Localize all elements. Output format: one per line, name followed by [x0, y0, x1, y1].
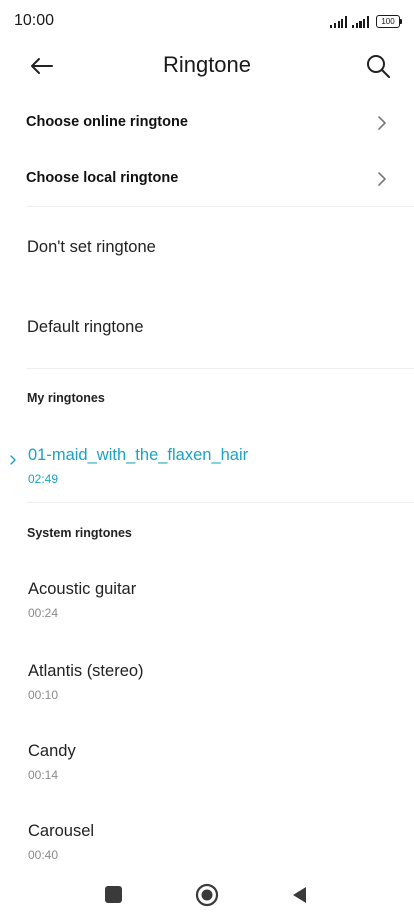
option-label: Default ringtone [27, 318, 144, 336]
recents-button[interactable] [105, 886, 122, 903]
system-ringtone-item[interactable]: Carousel 00:40 [0, 808, 414, 878]
option-label: Don't set ringtone [27, 238, 156, 256]
home-button[interactable] [195, 883, 219, 907]
status-bar: 10:00 100 [0, 0, 414, 44]
system-ringtone-item[interactable]: Candy 00:14 [0, 728, 414, 798]
system-navigation-bar [0, 870, 414, 920]
status-icons: 100 [330, 12, 402, 28]
nav-row-label: Choose local ringtone [26, 170, 179, 186]
battery-icon: 100 [376, 15, 402, 28]
signal-1-icon [330, 16, 348, 28]
nav-row-label: Choose online ringtone [26, 114, 188, 130]
chevron-right-icon [378, 116, 386, 130]
dont-set-ringtone-option[interactable]: Don't set ringtone [0, 214, 414, 284]
divider [26, 206, 414, 207]
default-ringtone-option[interactable]: Default ringtone [0, 294, 414, 364]
ringtone-duration: 00:14 [28, 768, 59, 782]
ringtone-name: Carousel [28, 822, 95, 840]
divider [26, 368, 414, 369]
choose-local-ringtone-row[interactable]: Choose local ringtone [0, 152, 414, 208]
ringtone-name: Atlantis (stereo) [28, 662, 144, 680]
system-ringtone-item[interactable]: Atlantis (stereo) 00:10 [0, 648, 414, 718]
nav-back-button[interactable] [290, 885, 308, 905]
status-time: 10:00 [14, 12, 55, 29]
header: Ringtone [0, 44, 414, 88]
ringtone-duration: 00:10 [28, 688, 59, 702]
ringtone-duration: 00:24 [28, 606, 59, 620]
ringtone-name: 01-maid_with_the_flaxen_hair [28, 446, 249, 464]
ringtone-name: Acoustic guitar [28, 580, 137, 598]
my-ringtone-item[interactable]: 01-maid_with_the_flaxen_hair 02:49 [0, 432, 414, 502]
signal-2-icon [352, 16, 369, 28]
search-button[interactable] [364, 52, 392, 80]
section-header-my-ringtones: My ringtones [27, 391, 105, 405]
chevron-right-icon [378, 172, 386, 186]
search-icon [367, 55, 390, 78]
choose-online-ringtone-row[interactable]: Choose online ringtone [0, 96, 414, 152]
ringtone-duration: 00:40 [28, 848, 59, 862]
ringtone-screen: 10:00 100 Ringtone Choose online rington… [0, 0, 414, 920]
system-ringtone-item[interactable]: Acoustic guitar 00:24 [0, 566, 414, 636]
divider [26, 502, 414, 503]
ringtone-duration: 02:49 [28, 472, 59, 486]
page-title: Ringtone [162, 52, 252, 77]
selected-marker-icon [10, 455, 16, 465]
section-header-system-ringtones: System ringtones [27, 526, 132, 540]
ringtone-name: Candy [28, 742, 76, 760]
